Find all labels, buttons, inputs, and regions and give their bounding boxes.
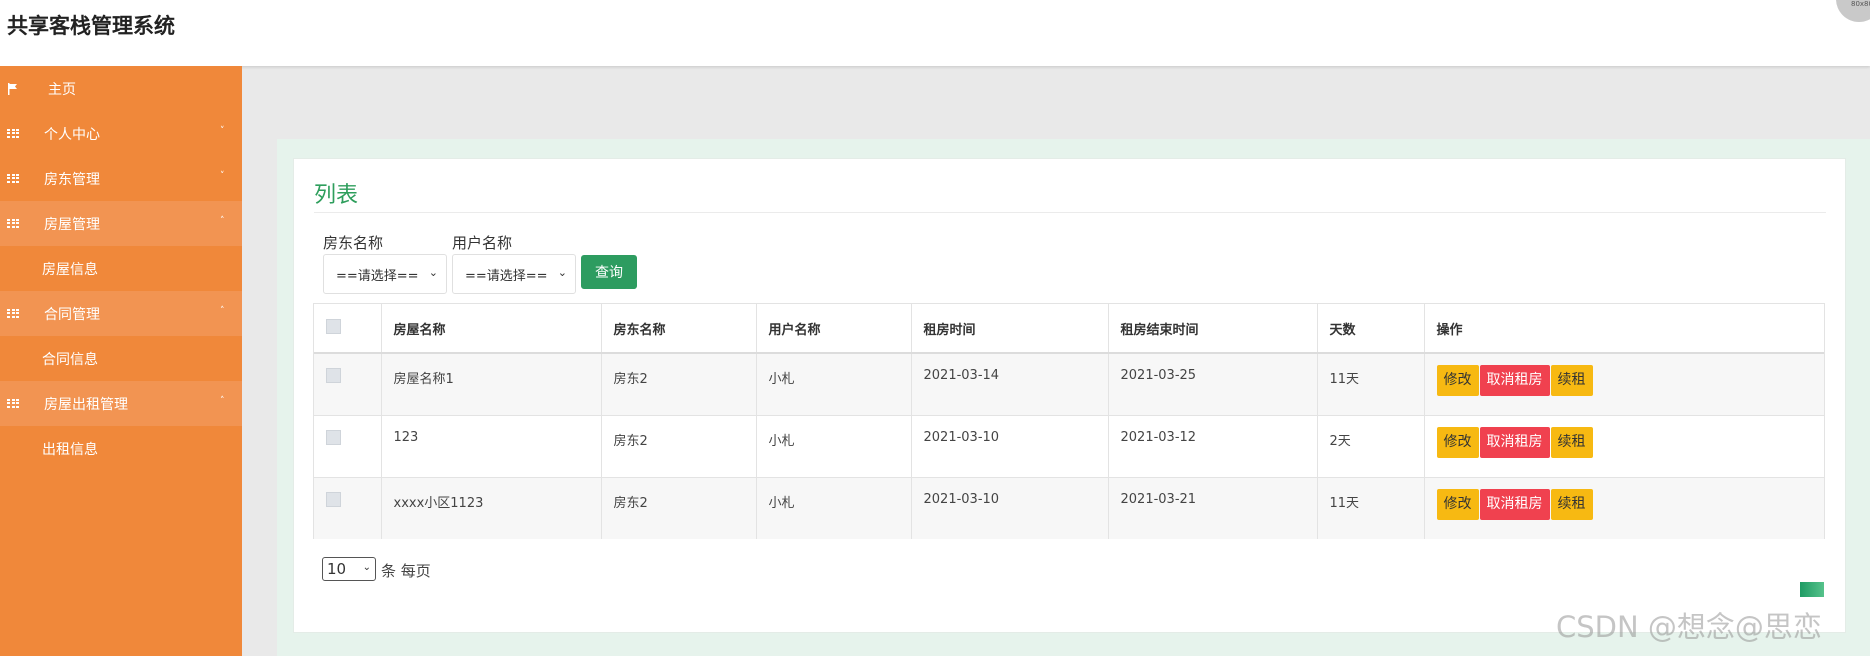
grid-icon [7,218,19,230]
user-filter-label: 用户名称 [452,234,513,252]
flag-icon [7,82,19,95]
sidebar-item-label: 合同管理 [44,306,100,323]
landlord-cell: 房东2 [601,477,757,539]
cancel-rental-button[interactable]: 取消租房 [1479,365,1550,396]
watermark: CSDN @想念@思恋 [1556,610,1822,644]
table-header-row: 房屋名称 房东名称 用户名称 租房时间 租房结束时间 天数 操作 [314,304,1824,354]
page-size-value: 10 [327,560,347,578]
sidebar-item-personal-center[interactable]: 个人中心 ˅ [0,111,242,156]
sidebar-item-label: 出租信息 [42,441,98,458]
chevron-down-icon: ⌄ [557,266,567,279]
landlord-cell: 房东2 [601,415,757,478]
user-select[interactable]: ==请选择== ⌄ [452,254,576,294]
sidebar-item-label: 合同信息 [42,351,98,368]
chevron-down-icon: ˅ [220,126,225,136]
user-cell: 小札 [756,477,912,539]
actions-cell: 修改 取消租房 续租 [1424,415,1824,478]
pagination-button[interactable] [1800,582,1824,597]
edit-button[interactable]: 修改 [1436,426,1479,458]
top-bar: 共享客栈管理系统 [0,0,1870,66]
chevron-up-icon: ˄ [220,396,225,406]
select-all-checkbox[interactable] [326,318,341,334]
page-title: 列表 [314,183,359,208]
edit-button[interactable]: 修改 [1436,365,1479,396]
chevron-up-icon: ˄ [220,306,225,316]
row-checkbox[interactable] [326,429,341,445]
renew-button[interactable]: 续租 [1550,426,1593,458]
start-date-cell: 2021-03-10 [911,415,1109,478]
sidebar-subitem-house-info[interactable]: 房屋信息 [0,246,242,291]
end-date-cell: 2021-03-12 [1108,415,1318,478]
chevron-up-icon: ˄ [220,216,225,226]
column-header: 租房结束时间 [1108,304,1318,354]
grid-icon [7,308,19,320]
cancel-rental-button[interactable]: 取消租房 [1479,426,1550,458]
sidebar-subitem-rental-info[interactable]: 出租信息 [0,426,242,471]
title-divider [314,212,1826,213]
grid-icon [7,173,19,185]
column-header: 租房时间 [911,304,1109,354]
sidebar: 主页 个人中心 ˅ 房东管理 ˅ 房屋管理 ˄ 房屋信息 合同管理 ˄ 合同信息… [0,66,242,656]
edit-button[interactable]: 修改 [1436,488,1479,520]
sidebar-item-label: 房屋管理 [44,216,100,233]
query-button[interactable]: 查询 [581,255,637,289]
chevron-down-icon: ⌄ [362,562,371,573]
cancel-rental-button[interactable]: 取消租房 [1479,488,1550,520]
end-date-cell: 2021-03-25 [1108,353,1318,416]
table-row: 123 房东2 小札 2021-03-10 2021-03-12 2天 修改 取消… [314,415,1824,478]
chevron-down-icon: ˅ [220,171,225,181]
sidebar-item-label: 房东管理 [44,171,100,188]
select-all-cell [314,304,382,354]
column-header: 操作 [1424,304,1824,354]
sidebar-item-label: 房屋信息 [42,261,98,278]
app-title: 共享客栈管理系统 [7,14,175,38]
sidebar-item-label: 房屋出租管理 [44,396,128,413]
column-header: 天数 [1317,304,1425,354]
user-cell: 小札 [756,415,912,478]
data-table: 房屋名称 房东名称 用户名称 租房时间 租房结束时间 天数 操作 房屋名称1 房… [313,303,1825,539]
avatar-text: 80x80 [1851,0,1870,8]
chevron-down-icon: ⌄ [428,266,438,279]
renew-button[interactable]: 续租 [1550,488,1593,520]
row-checkbox[interactable] [326,368,341,383]
table-row: 房屋名称1 房东2 小札 2021-03-14 2021-03-25 11天 修… [314,353,1824,416]
column-header: 房屋名称 [381,304,602,354]
page-size-select[interactable]: 10 ⌄ [322,557,376,581]
landlord-filter-label: 房东名称 [323,234,384,252]
column-header: 用户名称 [756,304,912,354]
row-checkbox[interactable] [326,491,341,507]
house-name-cell: 房屋名称1 [381,353,602,416]
end-date-cell: 2021-03-21 [1108,477,1318,539]
landlord-cell: 房东2 [601,353,757,416]
house-name-cell: 123 [381,415,602,478]
grid-icon [7,128,19,140]
sidebar-item-house-management[interactable]: 房屋管理 ˄ [0,201,242,246]
user-cell: 小札 [756,353,912,416]
start-date-cell: 2021-03-10 [911,477,1109,539]
renew-button[interactable]: 续租 [1550,365,1593,396]
sidebar-item-rental-management[interactable]: 房屋出租管理 ˄ [0,381,242,426]
start-date-cell: 2021-03-14 [911,353,1109,416]
landlord-select-value: ==请选择== [336,268,419,284]
days-cell: 11天 [1317,353,1425,416]
grid-icon [7,398,19,410]
landlord-select[interactable]: ==请选择== ⌄ [323,254,447,294]
days-cell: 2天 [1317,415,1425,478]
table-row: xxxx小区1123 房东2 小札 2021-03-10 2021-03-21 … [314,477,1824,539]
sidebar-subitem-contract-info[interactable]: 合同信息 [0,336,242,381]
column-header: 房东名称 [601,304,757,354]
sidebar-item-contract-management[interactable]: 合同管理 ˄ [0,291,242,336]
days-cell: 11天 [1317,477,1425,539]
user-select-value: ==请选择== [465,268,548,284]
actions-cell: 修改 取消租房 续租 [1424,353,1824,416]
sidebar-item-landlord-management[interactable]: 房东管理 ˅ [0,156,242,201]
page-size-label: 条 每页 [381,562,431,580]
sidebar-item-label: 个人中心 [44,126,100,143]
house-name-cell: xxxx小区1123 [381,477,602,539]
sidebar-item-home[interactable]: 主页 [0,66,242,111]
actions-cell: 修改 取消租房 续租 [1424,477,1824,539]
sidebar-item-label: 主页 [48,81,76,98]
